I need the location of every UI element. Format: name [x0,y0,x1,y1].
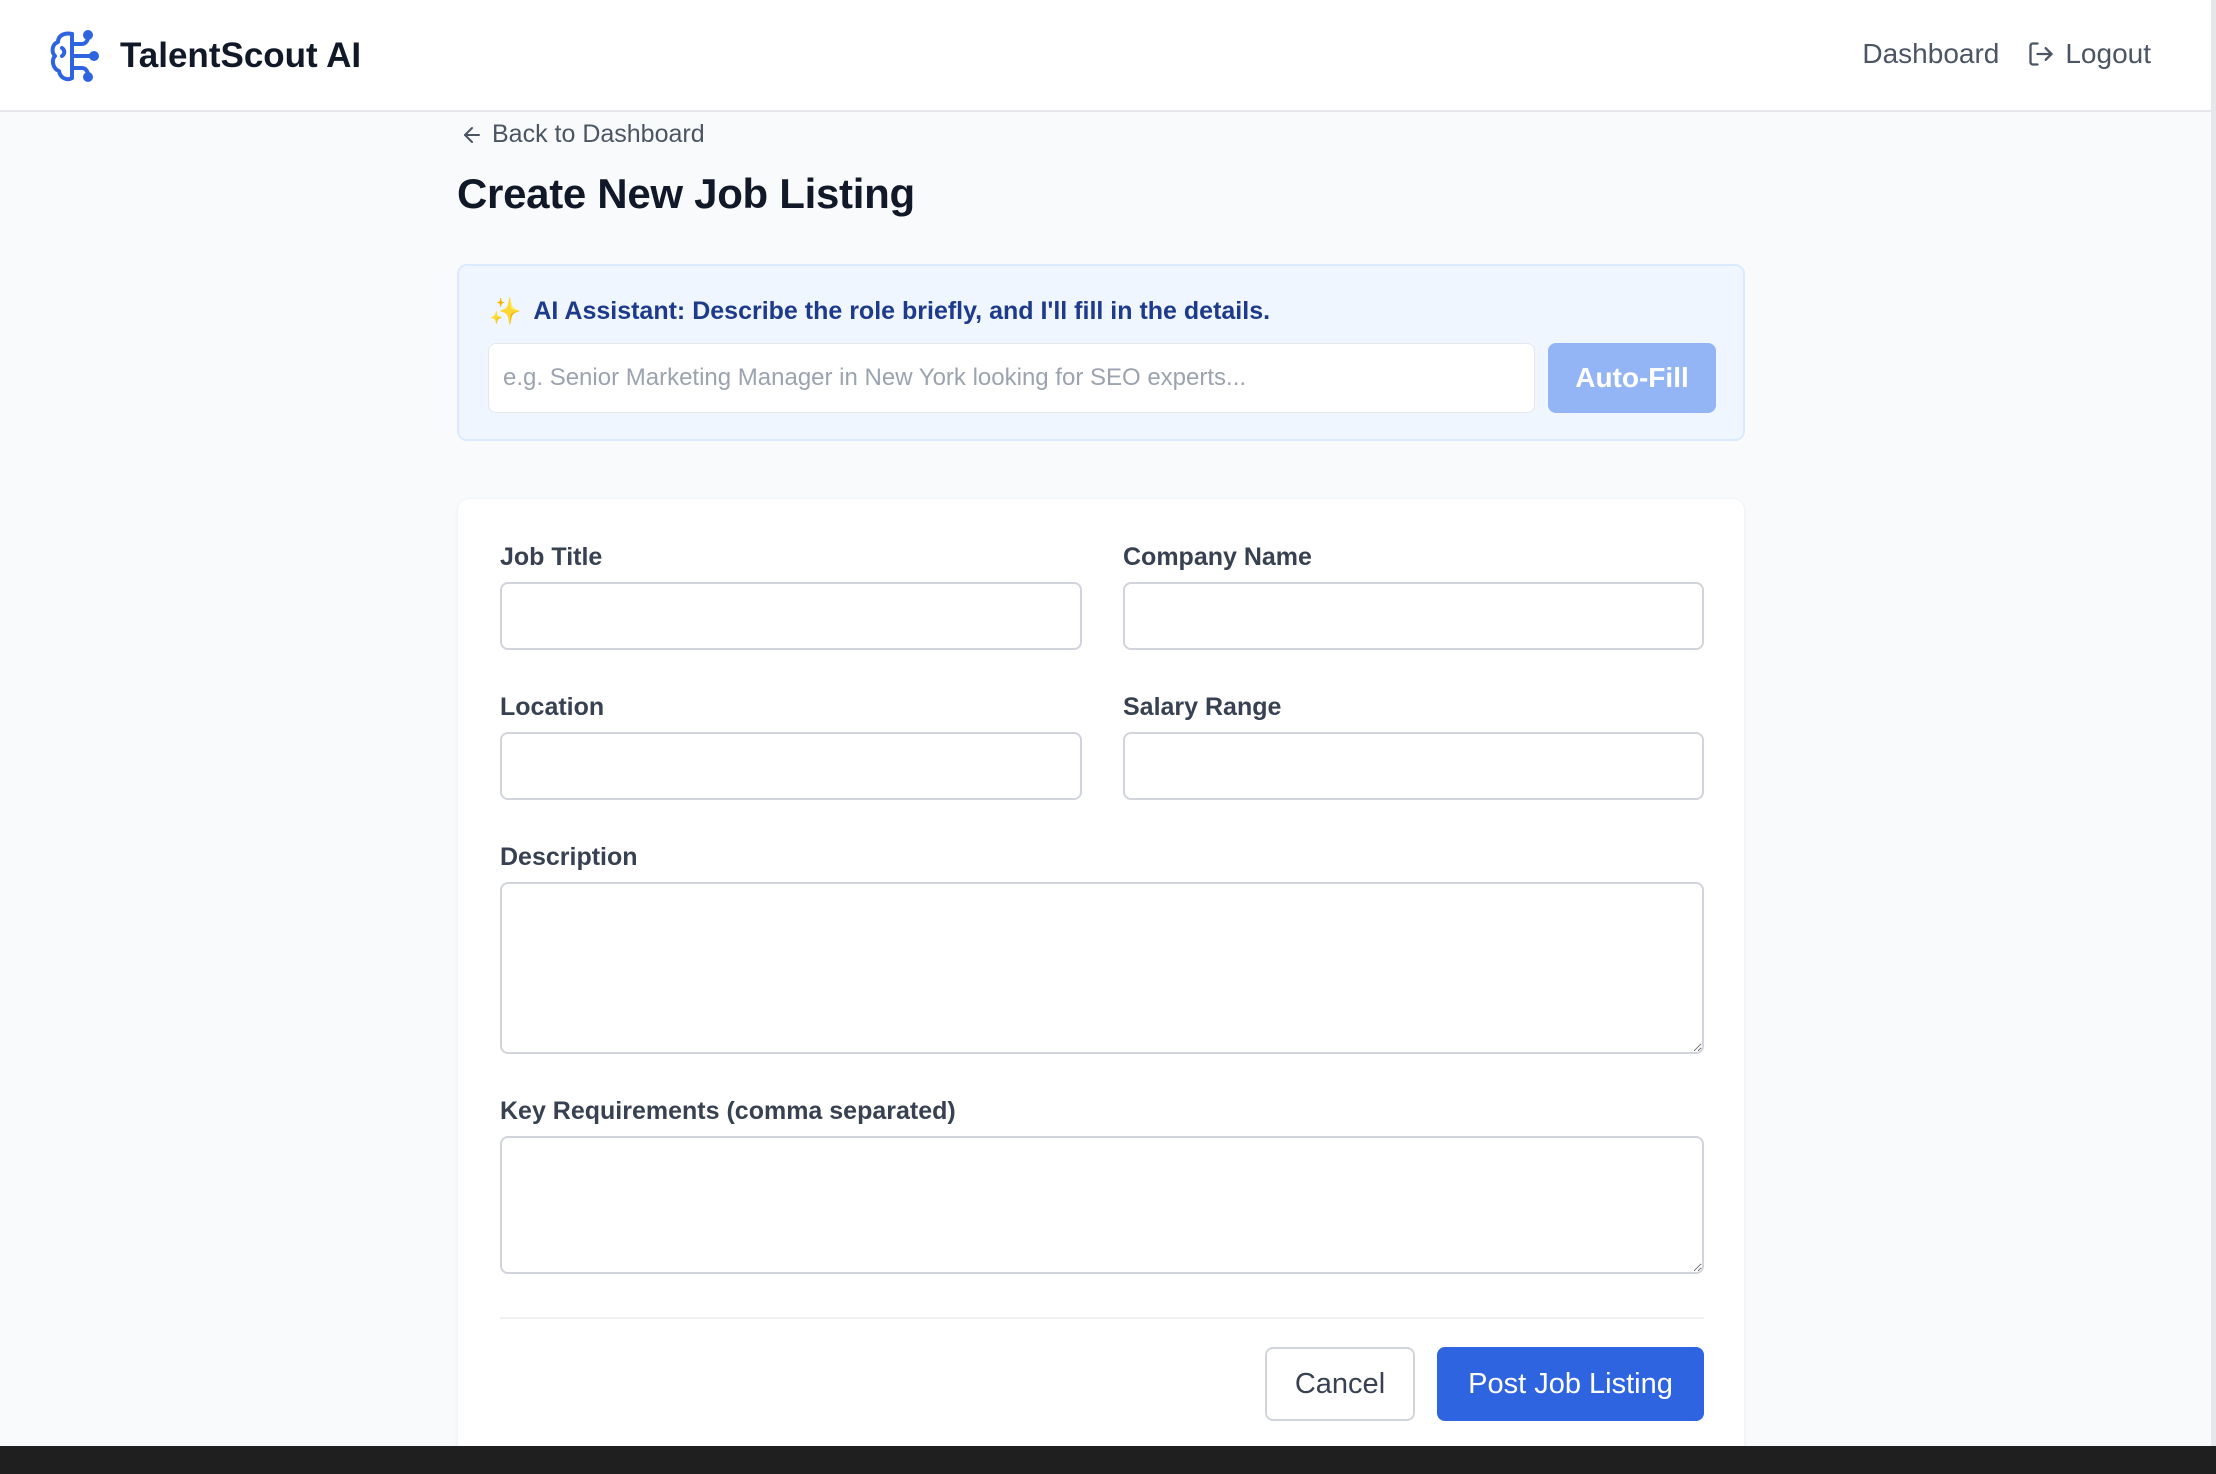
auto-fill-button[interactable]: Auto-Fill [1548,343,1716,413]
job-listing-form: Job Title Company Name Location Salary R… [457,498,1745,1458]
cancel-button[interactable]: Cancel [1265,1347,1415,1421]
company-name-label: Company Name [1123,543,1312,571]
ai-assistant-text: AI Assistant: Describe the role briefly,… [533,297,1271,325]
top-navbar: TalentScout AI Dashboard Logout [0,0,2211,112]
job-title-input[interactable] [500,582,1082,650]
form-divider [500,1317,1704,1319]
arrow-left-icon [464,126,480,143]
post-job-listing-button[interactable]: Post Job Listing [1437,1347,1704,1421]
scrollbar-track[interactable] [2211,0,2216,1446]
bottom-bar [0,1446,2216,1474]
sparkles-icon: ✨ [489,296,522,326]
key-requirements-label: Key Requirements (comma separated) [500,1097,956,1125]
back-link-label: Back to Dashboard [492,120,705,148]
ai-description-input[interactable] [488,343,1535,413]
salary-range-input[interactable] [1123,732,1704,800]
nav-dashboard-link[interactable]: Dashboard [1862,38,1999,70]
location-input[interactable] [500,732,1082,800]
location-label: Location [500,693,605,721]
page-title: Create New Job Listing [457,170,915,217]
job-title-label: Job Title [500,543,603,571]
logout-button[interactable]: Logout [2027,38,2151,70]
page: TalentScout AI Dashboard Logout Back to … [0,0,2216,1474]
brand[interactable]: TalentScout AI [48,28,361,84]
ai-assistant-panel: ✨ AI Assistant: Describe the role briefl… [457,264,1745,441]
header-nav: Dashboard Logout [1862,38,2151,70]
brand-name: TalentScout AI [120,36,362,75]
description-label: Description [500,843,638,871]
brain-circuit-icon [50,30,99,82]
logout-icon [2029,42,2054,66]
back-to-dashboard-link[interactable]: Back to Dashboard [460,120,705,149]
description-textarea[interactable] [500,882,1704,1054]
salary-range-label: Salary Range [1123,693,1282,721]
company-name-input[interactable] [1123,582,1704,650]
logout-label: Logout [2065,38,2151,69]
ai-assistant-label: ✨ AI Assistant: Describe the role briefl… [489,296,1270,327]
key-requirements-textarea[interactable] [500,1136,1704,1274]
